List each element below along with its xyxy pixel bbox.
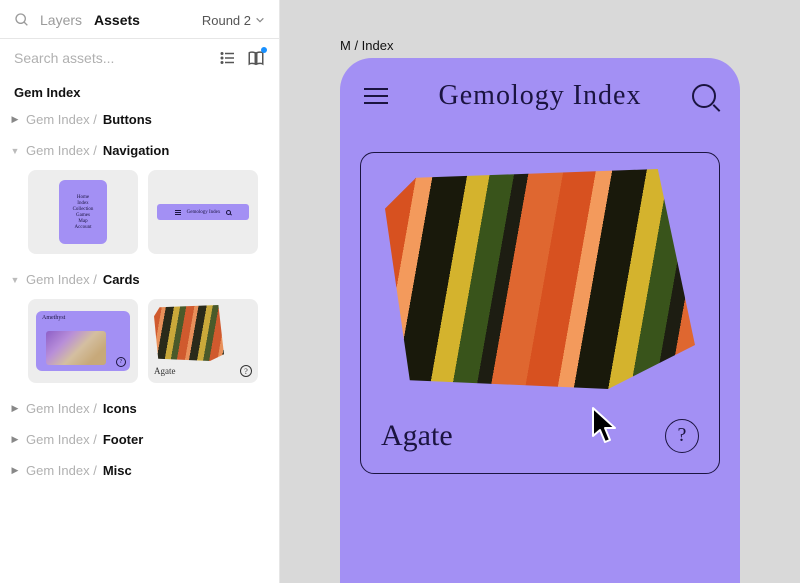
tree-suffix: Footer <box>103 432 143 447</box>
mini-card-preview: Amethyst ? <box>36 311 130 371</box>
app-title: Gemology Index <box>439 80 642 112</box>
gem-card[interactable]: Agate ? <box>360 152 720 474</box>
updates-dot-icon <box>261 47 267 53</box>
tree-item-buttons[interactable]: ▶ Gem Index / Buttons <box>0 104 279 135</box>
tree-item-icons[interactable]: ▶ Gem Index / Icons <box>0 393 279 424</box>
tab-layers[interactable]: Layers <box>38 10 84 30</box>
mini-card-label: Amethyst <box>42 315 65 321</box>
gem-name: Agate <box>381 419 453 453</box>
help-icon: ? <box>240 365 252 377</box>
stone-illustration <box>154 305 224 361</box>
tree-prefix: Gem Index / <box>26 432 97 447</box>
cards-thumbs: Amethyst ? Agate ? <box>0 295 279 393</box>
caret-right-icon: ▶ <box>10 114 20 125</box>
component-thumb-nav-menu[interactable]: Home Index Collection Games Map Account <box>28 170 138 254</box>
hamburger-icon[interactable] <box>364 88 388 104</box>
component-thumb-card-amethyst[interactable]: Amethyst ? <box>28 299 138 383</box>
mini-menu-item: Map <box>78 219 87 224</box>
tree-prefix: Gem Index / <box>26 112 97 127</box>
caret-down-icon: ▼ <box>10 146 20 156</box>
navigation-thumbs: Home Index Collection Games Map Account … <box>0 166 279 264</box>
hamburger-icon <box>175 210 181 215</box>
tree-item-navigation[interactable]: ▼ Gem Index / Navigation <box>0 135 279 166</box>
mini-menu-item: Home <box>77 195 89 200</box>
assets-tree: ▶ Gem Index / Buttons ▼ Gem Index / Navi… <box>0 102 279 496</box>
library-name: Gem Index <box>0 77 279 102</box>
caret-right-icon: ▶ <box>10 434 20 445</box>
search-icon <box>226 210 231 215</box>
assets-search-row <box>0 39 279 77</box>
caret-right-icon: ▶ <box>10 465 20 476</box>
caret-down-icon: ▼ <box>10 275 20 285</box>
tree-prefix: Gem Index / <box>26 401 97 416</box>
mini-header-preview: Gemology Index <box>157 204 249 220</box>
tree-item-misc[interactable]: ▶ Gem Index / Misc <box>0 455 279 486</box>
mini-menu-item: Collection <box>73 207 94 212</box>
tree-prefix: Gem Index / <box>26 463 97 478</box>
panel-tabs: Layers Assets Round 2 <box>0 0 279 38</box>
page-dropdown-label: Round 2 <box>202 13 251 28</box>
card-footer: Agate ? <box>377 419 703 453</box>
gem-illustration <box>385 169 695 389</box>
mini-menu-item: Games <box>76 213 90 218</box>
component-thumb-card-agate[interactable]: Agate ? <box>148 299 258 383</box>
mini-menu-item: Account <box>75 225 92 230</box>
stone-illustration <box>46 331 106 365</box>
assets-search-input[interactable] <box>14 50 209 66</box>
search-icon[interactable] <box>14 12 30 28</box>
component-thumb-nav-header[interactable]: Gemology Index <box>148 170 258 254</box>
list-view-icon[interactable] <box>219 49 237 67</box>
mini-menu-item: Index <box>77 201 88 206</box>
caret-right-icon: ▶ <box>10 403 20 414</box>
frame-label[interactable]: M / Index <box>340 38 393 53</box>
tree-suffix: Buttons <box>103 112 152 127</box>
help-button[interactable]: ? <box>665 419 699 453</box>
mini-header-title: Gemology Index <box>187 210 221 215</box>
tree-prefix: Gem Index / <box>26 143 97 158</box>
design-canvas[interactable]: M / Index Gemology Index Agate ? <box>280 0 800 583</box>
tab-assets[interactable]: Assets <box>92 10 142 30</box>
mini-phone-preview: Home Index Collection Games Map Account <box>59 180 107 244</box>
tree-suffix: Navigation <box>103 143 169 158</box>
tree-suffix: Cards <box>103 272 140 287</box>
tree-prefix: Gem Index / <box>26 272 97 287</box>
frame-mobile-index[interactable]: Gemology Index Agate ? <box>340 58 740 583</box>
search-icon[interactable] <box>692 84 716 108</box>
tree-suffix: Misc <box>103 463 132 478</box>
assets-panel: Layers Assets Round 2 Gem Index ▶ Gem In… <box>0 0 280 583</box>
help-icon: ? <box>116 357 126 367</box>
chevron-down-icon <box>255 15 265 25</box>
page-dropdown[interactable]: Round 2 <box>202 13 265 28</box>
library-book-icon[interactable] <box>247 49 265 67</box>
tree-item-cards[interactable]: ▼ Gem Index / Cards <box>0 264 279 295</box>
mini-card-label: Agate <box>154 366 176 376</box>
tree-suffix: Icons <box>103 401 137 416</box>
tree-item-footer[interactable]: ▶ Gem Index / Footer <box>0 424 279 455</box>
app-header: Gemology Index <box>360 80 720 112</box>
